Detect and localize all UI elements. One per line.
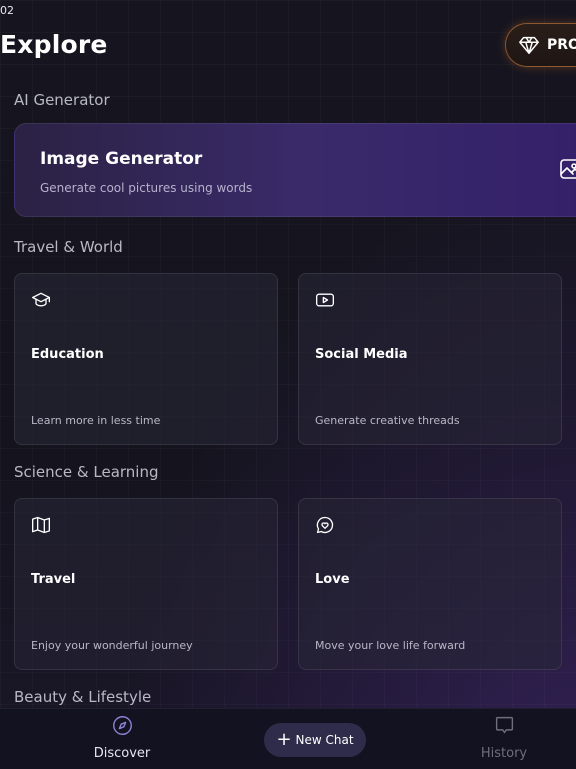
- tab-discover[interactable]: Discover: [62, 709, 182, 769]
- new-chat-label: New Chat: [295, 733, 354, 747]
- pro-label: PRO: [547, 37, 576, 53]
- status-time: 02: [0, 4, 14, 17]
- social-media-title: Social Media: [315, 347, 408, 362]
- heart-chat-icon: [316, 516, 334, 534]
- education-subtitle: Learn more in less time: [31, 414, 161, 427]
- travel-card[interactable]: Travel Enjoy your wonderful journey: [14, 498, 278, 670]
- graduation-cap-icon: [31, 292, 50, 307]
- chat-bubble-icon: [495, 716, 514, 734]
- social-media-subtitle: Generate creative threads: [315, 414, 460, 427]
- tab-history[interactable]: History: [444, 709, 564, 769]
- section-title-beauty-lifestyle: Beauty & Lifestyle: [14, 688, 152, 706]
- travel-title: Travel: [31, 572, 76, 587]
- image-generator-title: Image Generator: [40, 149, 203, 169]
- compass-icon: [113, 716, 132, 735]
- education-card[interactable]: Education Learn more in less time: [14, 273, 278, 445]
- map-icon: [31, 516, 50, 534]
- image-generator-card[interactable]: Image Generator Generate cool pictures u…: [14, 123, 576, 217]
- new-chat-button[interactable]: + New Chat: [264, 723, 366, 757]
- love-card[interactable]: Love Move your love life forward: [298, 498, 562, 670]
- section-title-science-learning: Science & Learning: [14, 463, 159, 481]
- image-icon: [560, 159, 576, 179]
- education-title: Education: [31, 347, 104, 362]
- diamond-icon: [519, 36, 539, 54]
- tab-bar: Discover + New Chat History: [0, 708, 576, 769]
- social-media-card[interactable]: Social Media Generate creative threads: [298, 273, 562, 445]
- youtube-icon: [316, 293, 334, 307]
- travel-subtitle: Enjoy your wonderful journey: [31, 639, 193, 652]
- page-title: Explore: [0, 30, 108, 59]
- pro-button[interactable]: PRO: [506, 24, 576, 66]
- tab-history-label: History: [480, 746, 528, 761]
- plus-icon: +: [276, 729, 292, 750]
- image-generator-subtitle: Generate cool pictures using words: [40, 181, 253, 195]
- love-subtitle: Move your love life forward: [315, 639, 466, 652]
- love-title: Love: [315, 572, 350, 587]
- section-title-ai-generator: AI Generator: [14, 91, 110, 109]
- section-title-travel-world: Travel & World: [14, 238, 123, 256]
- tab-discover-label: Discover: [93, 746, 151, 761]
